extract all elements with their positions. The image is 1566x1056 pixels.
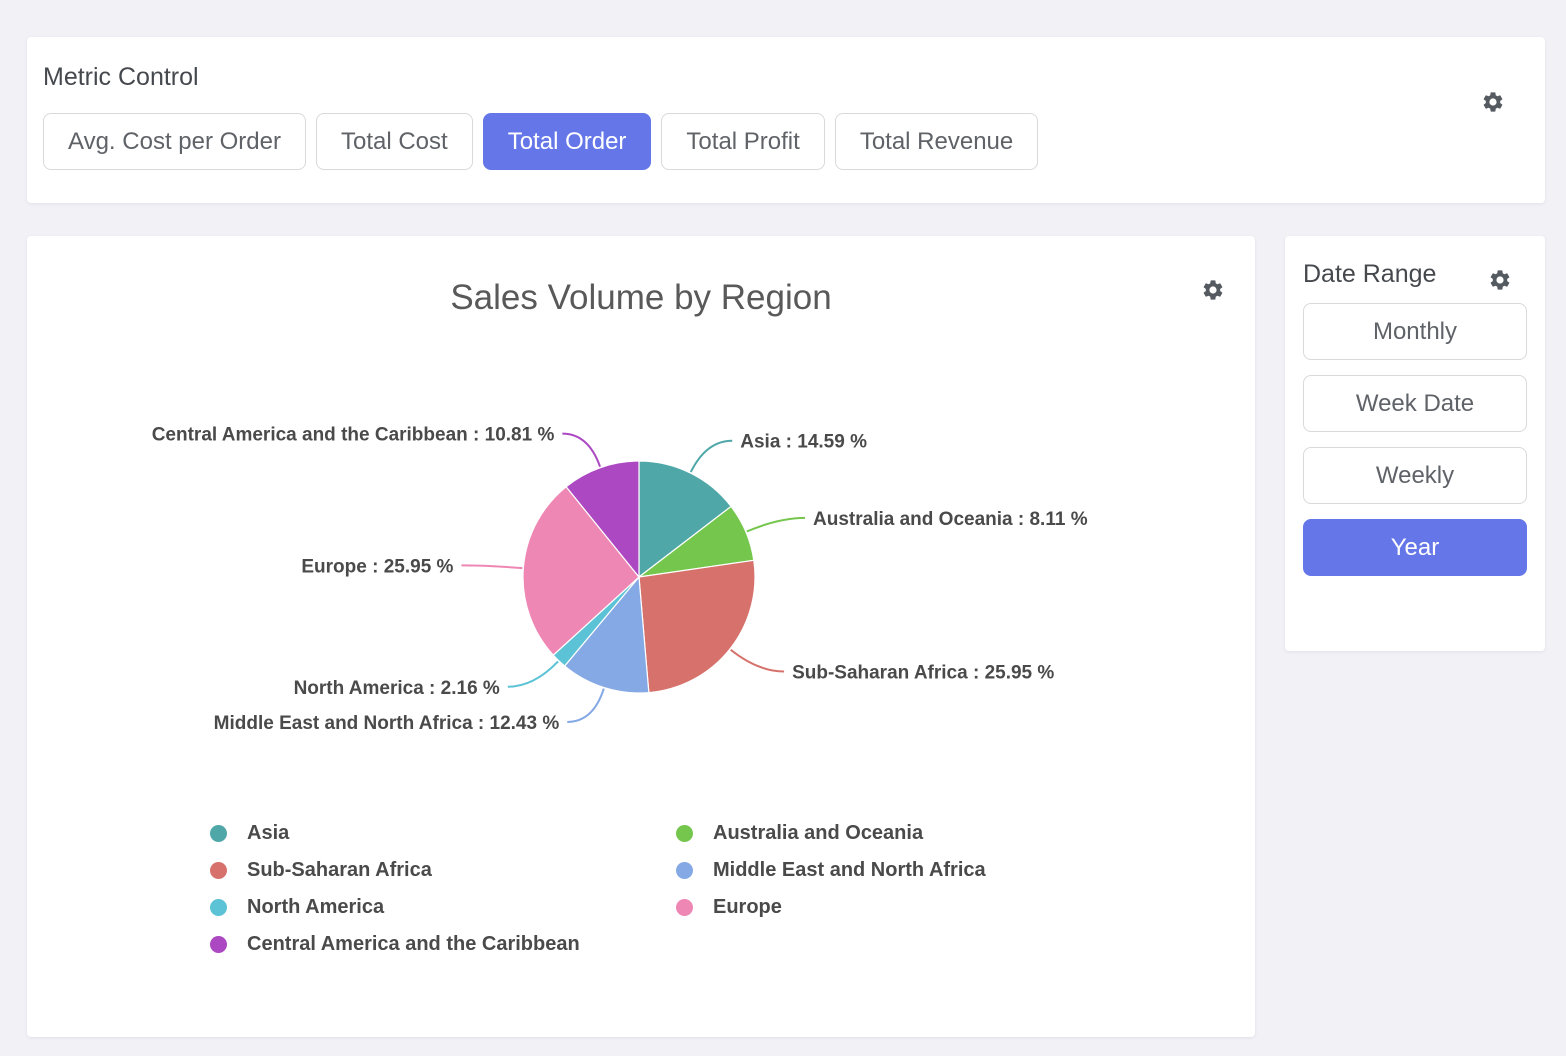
pie-slice-sub-saharan-africa[interactable]: [639, 560, 755, 692]
legend-label: North America: [247, 896, 384, 919]
legend-item-europe[interactable]: Europe: [676, 896, 1255, 919]
metric-button-total-revenue[interactable]: Total Revenue: [835, 113, 1038, 170]
pie-label-north-america: North America : 2.16 %: [294, 678, 500, 699]
pie-label-europe: Europe : 25.95 %: [301, 556, 453, 577]
legend-dot-central-america-and-the-caribbean: [210, 936, 227, 953]
metric-settings-gear-icon[interactable]: [1481, 90, 1505, 114]
date-range-button-monthly[interactable]: Monthly: [1303, 303, 1527, 360]
chart-settings-gear-icon[interactable]: [1201, 278, 1225, 302]
pie-leader-line-australia-and-oceania: [747, 518, 805, 532]
chart-title: Sales Volume by Region: [27, 278, 1255, 318]
legend-item-north-america[interactable]: North America: [210, 896, 676, 919]
pie-label-asia: Asia : 14.59 %: [740, 432, 867, 453]
pie-label-central-america-and-the-caribbean: Central America and the Caribbean : 10.8…: [152, 425, 555, 446]
pie-leader-line-middle-east-and-north-africa: [567, 689, 604, 722]
legend-label: Australia and Oceania: [713, 822, 923, 845]
metric-button-total-profit[interactable]: Total Profit: [661, 113, 824, 170]
legend-item-middle-east-and-north-africa[interactable]: Middle East and North Africa: [676, 859, 1255, 882]
pie-leader-line-north-america: [508, 661, 558, 686]
metric-button-total-cost[interactable]: Total Cost: [316, 113, 473, 170]
dashboard-content-row: Sales Volume by Region Asia : 14.59 % Aus…: [27, 236, 1545, 1037]
legend-label: Middle East and North Africa: [713, 859, 986, 882]
pie-label-middle-east-and-north-africa: Middle East and North Africa : 12.43 %: [214, 713, 560, 734]
legend-label: Asia: [247, 822, 289, 845]
pie-leader-line-sub-saharan-africa: [731, 650, 784, 672]
pie-label-australia-and-oceania: Australia and Oceania : 8.11 %: [813, 509, 1088, 530]
legend-dot-north-america: [210, 899, 227, 916]
legend-item-sub-saharan-africa[interactable]: Sub-Saharan Africa: [210, 859, 676, 882]
pie-leader-line-asia: [691, 441, 732, 472]
sales-volume-card: Sales Volume by Region Asia : 14.59 % Aus…: [27, 236, 1255, 1037]
date-range-button-group: Monthly Week Date Weekly Year: [1303, 303, 1527, 576]
pie-label-sub-saharan-africa: Sub-Saharan Africa : 25.95 %: [792, 662, 1054, 683]
metric-control-card: Metric Control Avg. Cost per OrderTotal …: [27, 37, 1545, 203]
pie-chart[interactable]: Asia : 14.59 % Australia and Oceania : 8.…: [27, 332, 1255, 792]
pie-leader-line-central-america-and-the-caribbean: [562, 434, 600, 467]
date-range-button-week-date[interactable]: Week Date: [1303, 375, 1527, 432]
metric-button-group: Avg. Cost per OrderTotal CostTotal Order…: [43, 113, 1529, 170]
legend-label: Europe: [713, 896, 782, 919]
legend-item-asia[interactable]: Asia: [210, 822, 676, 845]
metric-button-avg-cost-per-order[interactable]: Avg. Cost per Order: [43, 113, 306, 170]
date-range-settings-gear-icon[interactable]: [1488, 268, 1512, 292]
date-range-button-year[interactable]: Year: [1303, 519, 1527, 576]
legend-dot-asia: [210, 825, 227, 842]
date-range-card: Date Range MonthlyWeek DateWeeklyYear: [1285, 236, 1545, 651]
legend-dot-europe: [676, 899, 693, 916]
legend-item-central-america-and-the-caribbean[interactable]: Central America and the Caribbean: [210, 933, 676, 956]
legend-item-australia-and-oceania[interactable]: Australia and Oceania: [676, 822, 1255, 845]
date-range-button-weekly[interactable]: Weekly: [1303, 447, 1527, 504]
metric-control-title: Metric Control: [43, 63, 1529, 92]
legend-dot-sub-saharan-africa: [210, 862, 227, 879]
legend-dot-australia-and-oceania: [676, 825, 693, 842]
legend-label: Sub-Saharan Africa: [247, 859, 432, 882]
legend-dot-middle-east-and-north-africa: [676, 862, 693, 879]
pie-leader-line-europe: [461, 565, 522, 568]
legend-label: Central America and the Caribbean: [247, 933, 580, 956]
chart-legend: Asia Australia and Oceania Sub-Saharan Afr…: [210, 822, 1255, 956]
metric-button-total-order[interactable]: Total Order: [483, 113, 652, 170]
